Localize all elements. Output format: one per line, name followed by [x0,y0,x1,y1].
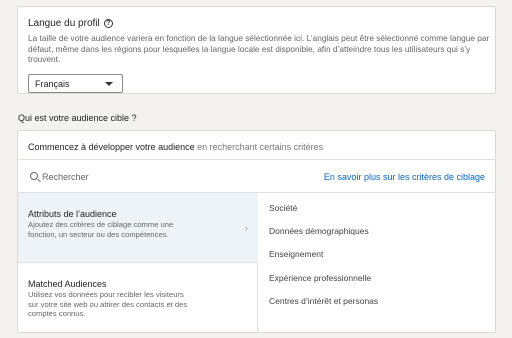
option-demographics[interactable]: Données démographiques [269,226,369,236]
category-description: Ajoutez des critères de ciblage comme un… [28,220,174,239]
profile-language-description: La taille de votre audience variera en f… [28,33,490,64]
audience-section-title: Qui est votre audience cible ? [18,113,137,123]
language-select[interactable]: Français [28,74,123,93]
search-input[interactable] [42,169,242,184]
category-audience-attributes[interactable]: Attributs de l’audience Ajoutez des crit… [18,193,258,263]
language-select-value: Français [35,79,70,89]
caret-down-icon [105,82,113,86]
option-interests-personas[interactable]: Centres d’intérêt et personas [269,296,378,306]
option-company[interactable]: Société [269,203,297,213]
audience-header-light: en recherchant certains critères [194,142,324,152]
profile-language-card: Langue du profil ? La taille de votre au… [17,6,496,94]
audience-header-bold: Commencez à développer votre audience [28,142,195,152]
audience-header: Commencez à développer votre audience en… [18,131,495,160]
audience-card: Commencez à développer votre audience en… [17,130,497,334]
profile-language-title: Langue du profil [28,18,100,29]
search-row: En savoir plus sur les critères de cibla… [18,160,495,193]
category-matched-audiences[interactable]: Matched Audiences Utilisez vos données p… [18,263,258,334]
category-title: Attributs de l’audience [28,209,117,219]
learn-more-link[interactable]: En savoir plus sur les critères de cibla… [324,172,485,182]
attribute-options-list: Société Données démographiques Enseignem… [259,193,497,334]
category-list: Attributs de l’audience Ajoutez des crit… [18,193,258,334]
option-job-experience[interactable]: Expérience professionnelle [269,273,371,283]
profile-language-heading: Langue du profil ? [28,18,113,29]
help-circle-icon[interactable]: ? [103,19,113,28]
option-education[interactable]: Enseignement [269,249,323,259]
category-description: Utilisez vos données pour recibler les v… [28,290,188,318]
chevron-right-icon: › [244,223,248,234]
search-icon [30,172,38,180]
category-title: Matched Audiences [28,279,107,289]
